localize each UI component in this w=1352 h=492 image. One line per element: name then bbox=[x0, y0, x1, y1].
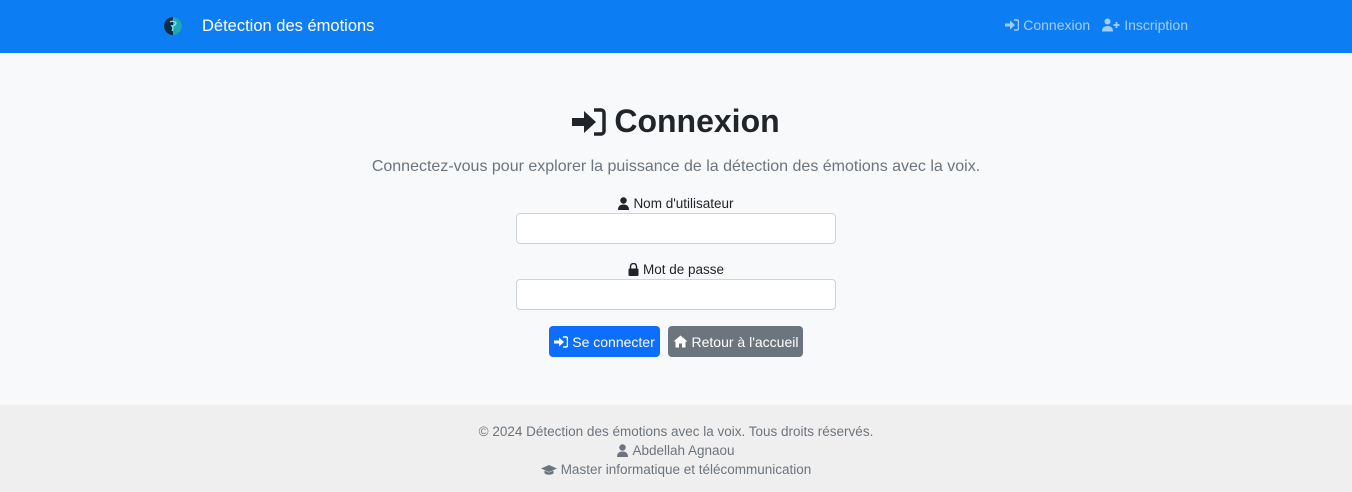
user-icon bbox=[618, 197, 630, 210]
brand-title: Détection des émotions bbox=[202, 16, 375, 35]
username-input[interactable] bbox=[516, 213, 836, 244]
user-icon bbox=[617, 444, 629, 457]
footer-copyright-text: © 2024 Détection des émotions avec la vo… bbox=[478, 424, 874, 439]
password-label-text: Mot de passe bbox=[642, 262, 725, 277]
username-label: Nom d'utilisateur bbox=[0, 196, 1352, 211]
login-button-label: Se connecter bbox=[572, 333, 655, 350]
nav-login-label: Connexion bbox=[1023, 17, 1091, 33]
nav-register-label: Inscription bbox=[1124, 17, 1188, 33]
user-plus-icon bbox=[1102, 18, 1120, 32]
nav-register-link[interactable]: Inscription bbox=[1102, 17, 1188, 33]
login-button[interactable]: Se connecter bbox=[549, 326, 660, 357]
sign-in-icon bbox=[554, 335, 569, 348]
password-label: Mot de passe bbox=[0, 262, 1352, 277]
page-title: Connexion bbox=[0, 103, 1352, 140]
page-subtitle: Connectez-vous pour explorer la puissanc… bbox=[371, 158, 981, 175]
sign-in-icon bbox=[572, 107, 607, 136]
login-section: Connexion Connectez-vous pour explorer l… bbox=[0, 53, 1352, 405]
footer-program: Master informatique et télécommunication bbox=[0, 462, 1352, 477]
nav-links: Connexion Inscription bbox=[1005, 17, 1188, 33]
footer-copyright: © 2024 Détection des émotions avec la vo… bbox=[0, 424, 1352, 439]
sign-in-icon bbox=[1005, 19, 1020, 31]
page-title-text: Connexion bbox=[614, 103, 780, 139]
footer-author: Abdellah Agnaou bbox=[0, 443, 1352, 458]
password-input[interactable] bbox=[516, 279, 836, 310]
home-button[interactable]: Retour à l'accueil bbox=[668, 326, 803, 357]
nav-login-link[interactable]: Connexion bbox=[1005, 17, 1090, 33]
home-button-label: Retour à l'accueil bbox=[691, 333, 799, 350]
footer: © 2024 Détection des émotions avec la vo… bbox=[0, 405, 1352, 492]
footer-author-text: Abdellah Agnaou bbox=[632, 443, 735, 458]
graduation-cap-icon bbox=[540, 464, 557, 475]
lock-icon bbox=[628, 263, 639, 276]
brand-link[interactable]: Détection des émotions bbox=[162, 13, 374, 39]
brand-logo-icon bbox=[164, 17, 182, 35]
home-icon bbox=[673, 335, 688, 348]
footer-program-text: Master informatique et télécommunication bbox=[560, 462, 812, 477]
username-label-text: Nom d'utilisateur bbox=[633, 196, 734, 211]
navbar: Détection des émotions Connexion Inscrip… bbox=[0, 0, 1352, 53]
